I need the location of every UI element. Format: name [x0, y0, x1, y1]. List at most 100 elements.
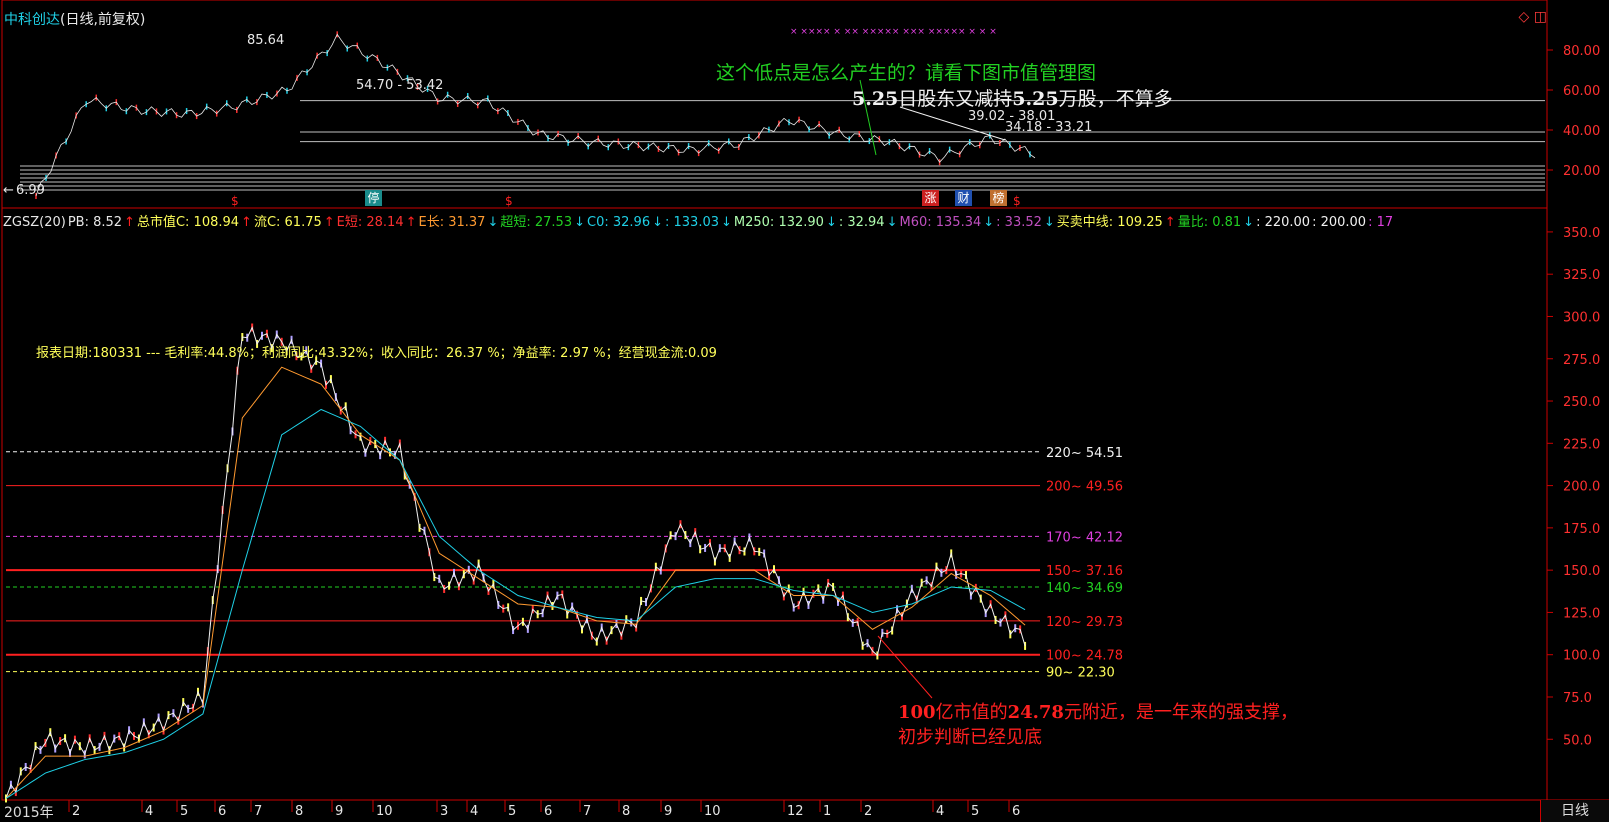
- indicator-item: 量比: 0.81: [1177, 215, 1242, 230]
- chart-title: 中科创达(日线,前复权): [4, 9, 145, 29]
- x-tick-label: 9: [664, 804, 672, 819]
- y-tick-label: 125.0: [1563, 606, 1600, 621]
- s-marker: $: [505, 194, 513, 208]
- y-tick-label: 100.0: [1563, 649, 1600, 664]
- level-label: 90~ 22.30: [1046, 666, 1115, 681]
- support-text: 元附近，是一年来的强支撑，: [1063, 702, 1298, 723]
- x-tick-label: 5: [971, 804, 979, 819]
- x-tick-label: 3: [440, 804, 448, 819]
- lower-y-axis: 350.0 325.0 300.0 275.0 250.0 225.0 200.0 175.0…: [1547, 226, 1600, 748]
- s-marker: $: [1013, 194, 1021, 208]
- indicator-item: ↓: [825, 215, 837, 230]
- indicator-row: ZGSZ(20) PB: 8.52 ↑ 总市值C: 108.94 ↑ 流C: 61.75 ↑…: [3, 211, 1395, 230]
- level-label: 120~ 29.73: [1046, 615, 1123, 630]
- x-tick-label: 4: [470, 804, 478, 819]
- range-right-label: 34.18 - 33.21: [1005, 120, 1092, 135]
- halt-badge[interactable]: 停: [365, 190, 382, 206]
- x-tick-label: 12: [787, 804, 804, 819]
- x-tick-label: 8: [295, 804, 303, 819]
- indicator-item: ↓: [1243, 215, 1255, 230]
- stock-name[interactable]: 中科创达: [4, 12, 60, 28]
- y-tick-label: 250.0: [1563, 395, 1600, 410]
- level-label: 100~ 24.78: [1046, 649, 1123, 664]
- indicator-item: ↓: [886, 215, 898, 230]
- x-tick-label: 4: [145, 804, 153, 819]
- x-tick-label: 10: [376, 804, 393, 819]
- x-tick-label: 4: [936, 804, 944, 819]
- note-tail: 万股，不算多: [1058, 88, 1173, 110]
- indicator-item: E短: 28.14: [336, 215, 404, 230]
- level-label: 170~ 42.12: [1046, 530, 1123, 545]
- indicator-item: 买卖中线: 109.25: [1056, 215, 1163, 230]
- peak-label: 85.64: [247, 33, 284, 48]
- x-tick-label: 7: [254, 804, 262, 819]
- support-price: 24.78: [1007, 702, 1064, 723]
- indicator-item: C0: 32.96: [587, 215, 651, 230]
- upper-price-plot: [20, 31, 1545, 199]
- indicator-item: : 133.03: [665, 215, 719, 230]
- indicator-item: ↓: [652, 215, 663, 230]
- x-tick-label: 9: [335, 804, 343, 819]
- limit-up-badge[interactable]: 涨: [922, 190, 939, 206]
- indicator-item: ↑: [241, 215, 252, 230]
- red-pointer: [877, 635, 933, 699]
- y-tick-label: 325.0: [1563, 268, 1600, 283]
- red-annotation-line1: 100亿市值的24.78元附近，是一年来的强支撑，: [898, 700, 1298, 725]
- chart-canvas: 80.0060.0040.0020.00 350.0325.0300.0275.…: [1, 0, 1609, 822]
- indicator-item: ↑: [405, 215, 417, 230]
- white-annotation: 5.25日股东又减持5.25万股，不算多: [852, 84, 1173, 111]
- s-marker: $: [231, 194, 239, 208]
- series-line: [5, 408, 1026, 799]
- indicator-item: ↑: [1164, 215, 1176, 230]
- x-tick-label: 2: [864, 804, 872, 819]
- period-tab[interactable]: 日线: [1540, 800, 1609, 822]
- window-icon[interactable]: ◫: [1534, 9, 1547, 25]
- x-tick-label: 6: [218, 804, 226, 819]
- diamond-icon[interactable]: ◇: [1519, 9, 1530, 25]
- report-summary: 报表日期:180331 --- 毛利率:44.8%；利润同比:43.32%；收入…: [36, 346, 717, 361]
- indicator-item: ↓: [574, 215, 586, 230]
- note-text: 日股东又减持: [898, 88, 1013, 110]
- y-tick-label: 175.0: [1563, 522, 1600, 537]
- x-tick-label: 1: [823, 804, 831, 819]
- indicator-item: ↓: [1043, 215, 1055, 230]
- cap-value: 100: [898, 702, 936, 723]
- chart-mode: (日线,前复权): [60, 12, 146, 28]
- indicator-item: : 220.00: [1256, 215, 1311, 230]
- y-tick-label: 300.0: [1563, 310, 1600, 325]
- level-label: 220~ 54.51: [1046, 446, 1123, 461]
- level-label: 200~ 49.56: [1046, 480, 1123, 495]
- indicator-item: ↓: [721, 215, 732, 230]
- market-cap-levels: 220~ 54.51 200~ 49.56 170~ 42.12 150~ 37.16…: [6, 446, 1123, 681]
- x-tick-label: 7: [583, 804, 591, 819]
- x-tick-label: 8: [622, 804, 630, 819]
- indicator-item: M60: 135.34: [899, 215, 982, 230]
- indicator-item: ↓: [487, 215, 499, 230]
- y-tick-label: 200.0: [1563, 480, 1600, 495]
- corner-icons: ◇ ◫: [1519, 9, 1547, 25]
- y-tick-label: 275.0: [1563, 353, 1600, 368]
- indicator-item: ZGSZ(20): [3, 215, 66, 230]
- range-left-label: 54.70 - 53.42: [356, 78, 443, 93]
- green-annotation: 这个低点是怎么产生的？请看下图市值管理图: [716, 62, 1097, 84]
- level-label: 150~ 37.16: [1046, 564, 1123, 579]
- market-cap-plot: [5, 323, 1027, 803]
- low-label: 6.99: [16, 183, 45, 198]
- finance-badge[interactable]: 财: [955, 190, 972, 206]
- y-tick-label: 40.00: [1563, 124, 1600, 139]
- y-tick-label: 60.00: [1563, 84, 1600, 99]
- low-arrow: ←: [3, 183, 14, 198]
- y-tick-label: 75.0: [1563, 691, 1592, 706]
- red-annotation-line2: 初步判断已经见底: [898, 727, 1042, 748]
- indicator-item: 总市值C: 108.94: [136, 215, 240, 230]
- series-line: [5, 366, 1026, 799]
- indicator-item: : 17: [1368, 215, 1394, 230]
- y-tick-label: 80.00: [1563, 44, 1600, 59]
- ranking-badge[interactable]: 榜: [990, 190, 1007, 206]
- indicator-item: 超短: 27.53: [500, 215, 573, 230]
- indicator-item: ↑: [124, 215, 135, 230]
- x-tick-label: 6: [544, 804, 552, 819]
- indicator-item: ↓: [983, 215, 995, 230]
- x-tick-label: 2: [72, 804, 80, 819]
- level-label: 140~ 34.69: [1046, 581, 1123, 596]
